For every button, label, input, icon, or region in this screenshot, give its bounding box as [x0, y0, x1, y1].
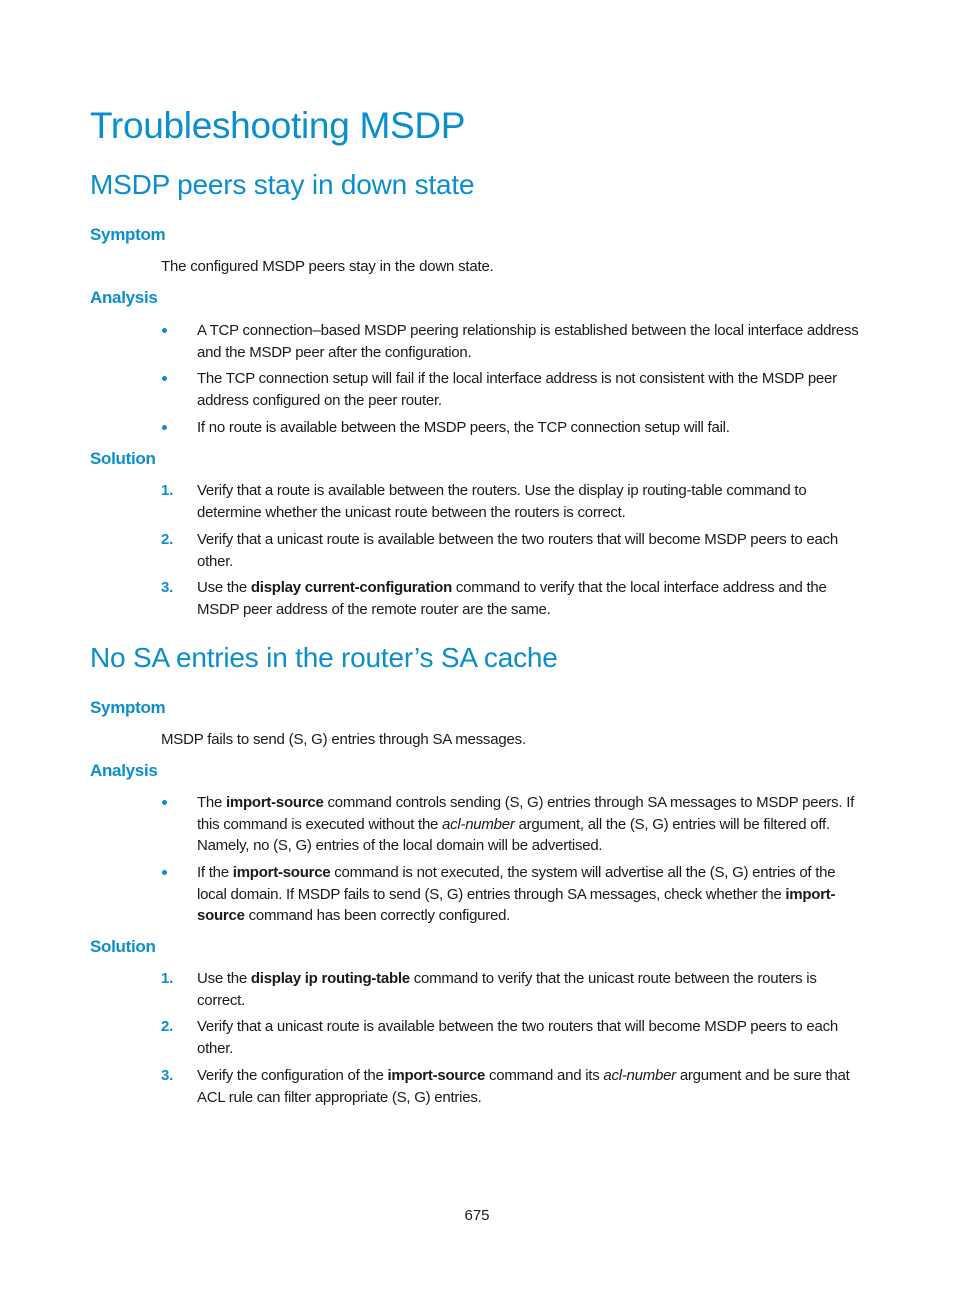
- solution-heading: Solution: [90, 449, 156, 468]
- command-name: import-source: [226, 794, 324, 811]
- symptom-text: MSDP fails to send (S, G) entries throug…: [161, 731, 526, 748]
- bullet-icon: [162, 870, 167, 875]
- solution-step: 2. Verify that a unicast route is availa…: [161, 531, 838, 570]
- solution-step: 1. Use the display ip routing-table comm…: [161, 970, 817, 1009]
- bullet-icon: [162, 328, 167, 333]
- page-number: 675: [464, 1207, 490, 1224]
- bullet-item: If the import-source command is not exec…: [161, 862, 867, 927]
- step-number: 1.: [161, 970, 174, 987]
- solution-step: 1. Verify that a route is available betw…: [161, 482, 807, 521]
- page-title: Troubleshooting MSDP: [90, 105, 466, 146]
- step-number: 3.: [161, 1067, 174, 1084]
- step-number: 1.: [161, 482, 174, 499]
- symptom-heading: Symptom: [90, 698, 166, 717]
- analysis-heading: Analysis: [90, 761, 158, 780]
- solution-step: 3. Verify the configuration of the impor…: [161, 1067, 850, 1106]
- section-title: MSDP peers stay in down state: [90, 169, 475, 200]
- symptom-heading: Symptom: [90, 225, 166, 244]
- bullet-item: The import-source command controls sendi…: [161, 792, 867, 857]
- analysis-heading: Analysis: [90, 288, 158, 307]
- argument-name: acl-number: [442, 815, 515, 833]
- section-title: No SA entries in the router’s SA cache: [90, 642, 558, 673]
- bullet-item: A TCP connection–based MSDP peering rela…: [161, 320, 867, 363]
- argument-name: acl-number: [603, 1067, 676, 1084]
- symptom-text: The configured MSDP peers stay in the do…: [161, 258, 494, 275]
- step-number: 3.: [161, 579, 174, 596]
- bullet-item: The TCP connection setup will fail if th…: [161, 368, 867, 411]
- step-number: 2.: [161, 531, 174, 548]
- bullet-item: If no route is available between the MSD…: [161, 417, 867, 439]
- solution-heading: Solution: [90, 937, 156, 956]
- command-name: import-source: [387, 1067, 486, 1084]
- bullet-icon: [162, 800, 167, 805]
- solution-step: 3. Use the display current-configuration…: [161, 579, 827, 618]
- command-name: display ip routing-table: [250, 970, 410, 987]
- command-name: display current-configuration: [250, 579, 452, 596]
- step-number: 2.: [161, 1018, 174, 1035]
- bullet-icon: [162, 376, 167, 381]
- solution-step: 2. Verify that a unicast route is availa…: [161, 1018, 838, 1057]
- command-name: import-source: [232, 864, 331, 881]
- bullet-icon: [162, 425, 167, 430]
